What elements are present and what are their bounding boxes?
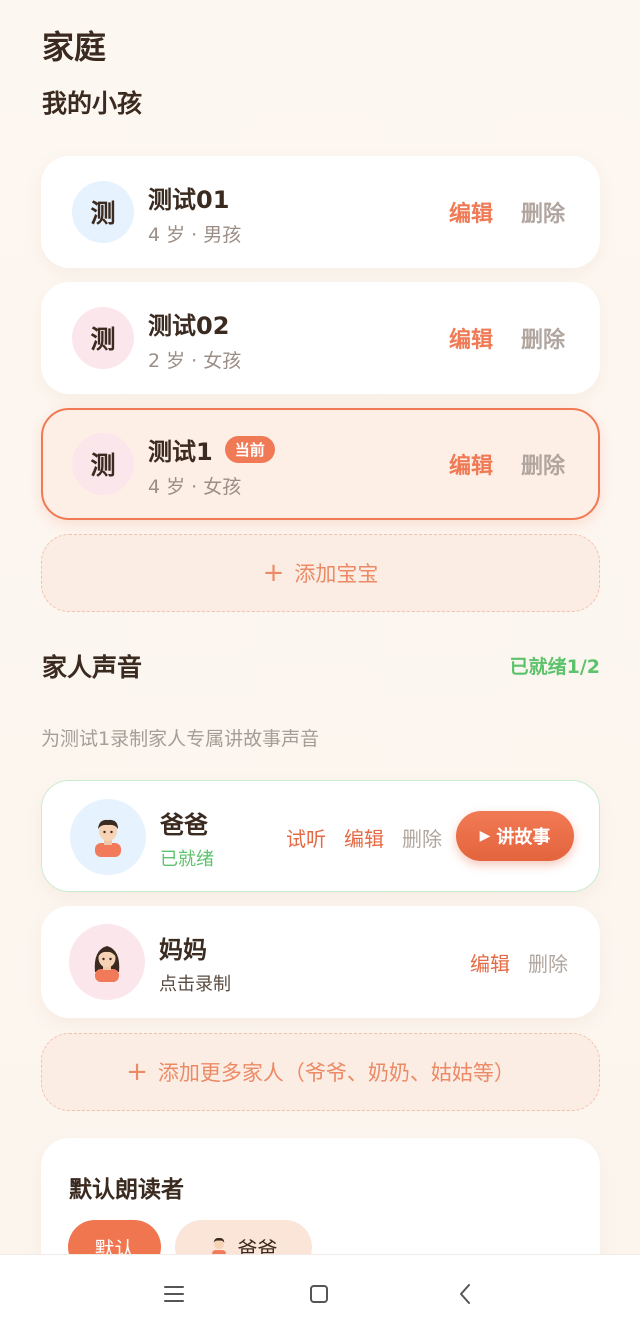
voice-card[interactable]: 妈妈 点击录制 编辑 删除 <box>41 906 600 1018</box>
voice-name: 妈妈 <box>159 936 207 964</box>
kid-delete-button[interactable]: 删除 <box>521 196 565 228</box>
ready-count: 已就绪1/2 <box>509 656 600 678</box>
kid-edit-button[interactable]: 编辑 <box>449 448 493 480</box>
kid-info: 4 岁 · 男孩 <box>148 224 242 246</box>
voices-section-title: 家人声音 <box>42 653 143 682</box>
kid-delete-button[interactable]: 删除 <box>521 448 565 480</box>
listen-button[interactable]: 试听 <box>286 823 326 852</box>
system-navbar <box>0 1254 640 1332</box>
kid-card-current[interactable]: 测 测试1 当前 4 岁 · 女孩 编辑 删除 <box>41 408 600 520</box>
kid-info: 2 岁 · 女孩 <box>148 350 242 372</box>
kid-avatar: 测 <box>72 307 134 369</box>
kid-card[interactable]: 测 测试02 2 岁 · 女孩 编辑 删除 <box>41 282 600 394</box>
back-chevron-icon[interactable] <box>450 1279 480 1309</box>
add-kid-button[interactable]: + 添加宝宝 <box>41 534 600 612</box>
add-family-voice-button[interactable]: + 添加更多家人（爷爷、奶奶、姑姑等） <box>41 1033 600 1111</box>
current-badge: 当前 <box>224 436 275 463</box>
tell-story-label: 讲故事 <box>496 827 551 848</box>
add-kid-label: 添加宝宝 <box>294 562 379 586</box>
reader-title: 默认朗读者 <box>69 1177 184 1203</box>
kid-card[interactable]: 测 测试01 4 岁 · 男孩 编辑 删除 <box>41 156 600 268</box>
mom-avatar-icon <box>69 924 145 1000</box>
home-square-icon[interactable] <box>304 1279 334 1309</box>
add-family-label: 添加更多家人（爷爷、奶奶、姑姑等） <box>157 1061 515 1085</box>
voice-card[interactable]: 爸爸 已就绪 试听 编辑 删除 ▶ 讲故事 <box>41 780 600 892</box>
kids-section-title: 我的小孩 <box>42 89 143 118</box>
voice-delete-button[interactable]: 删除 <box>528 948 568 977</box>
voice-delete-button[interactable]: 删除 <box>402 823 442 852</box>
kid-edit-button[interactable]: 编辑 <box>449 322 493 354</box>
kid-name: 测试02 <box>148 306 229 341</box>
tell-story-button[interactable]: ▶ 讲故事 <box>456 811 574 861</box>
kid-delete-button[interactable]: 删除 <box>521 322 565 354</box>
kid-name-text: 测试01 <box>148 186 230 214</box>
kid-name: 测试01 <box>148 180 229 215</box>
dad-avatar-icon <box>70 799 146 875</box>
voice-status: 已就绪 <box>160 849 214 870</box>
kid-name: 测试1 当前 <box>148 432 275 467</box>
kid-name-text: 测试02 <box>148 312 230 340</box>
kid-edit-button[interactable]: 编辑 <box>449 196 493 228</box>
voice-edit-button[interactable]: 编辑 <box>470 948 510 977</box>
voice-edit-button[interactable]: 编辑 <box>344 823 384 852</box>
voice-name: 爸爸 <box>160 811 208 839</box>
menu-icon[interactable] <box>159 1279 189 1309</box>
family-page: 家庭 我的小孩 测 测试01 4 岁 · 男孩 编辑 删除 测 测试02 2 岁… <box>0 0 640 1332</box>
voices-subtitle: 为测试1录制家人专属讲故事声音 <box>41 728 320 750</box>
record-prompt[interactable]: 点击录制 <box>159 970 231 996</box>
plus-icon: + <box>126 1057 148 1087</box>
kid-info: 4 岁 · 女孩 <box>148 476 242 498</box>
kid-avatar: 测 <box>72 181 134 243</box>
kid-name-text: 测试1 <box>148 438 213 466</box>
plus-icon: + <box>262 558 285 588</box>
kid-avatar: 测 <box>72 433 134 495</box>
play-icon: ▶ <box>479 828 491 844</box>
page-title: 家庭 <box>42 28 107 66</box>
